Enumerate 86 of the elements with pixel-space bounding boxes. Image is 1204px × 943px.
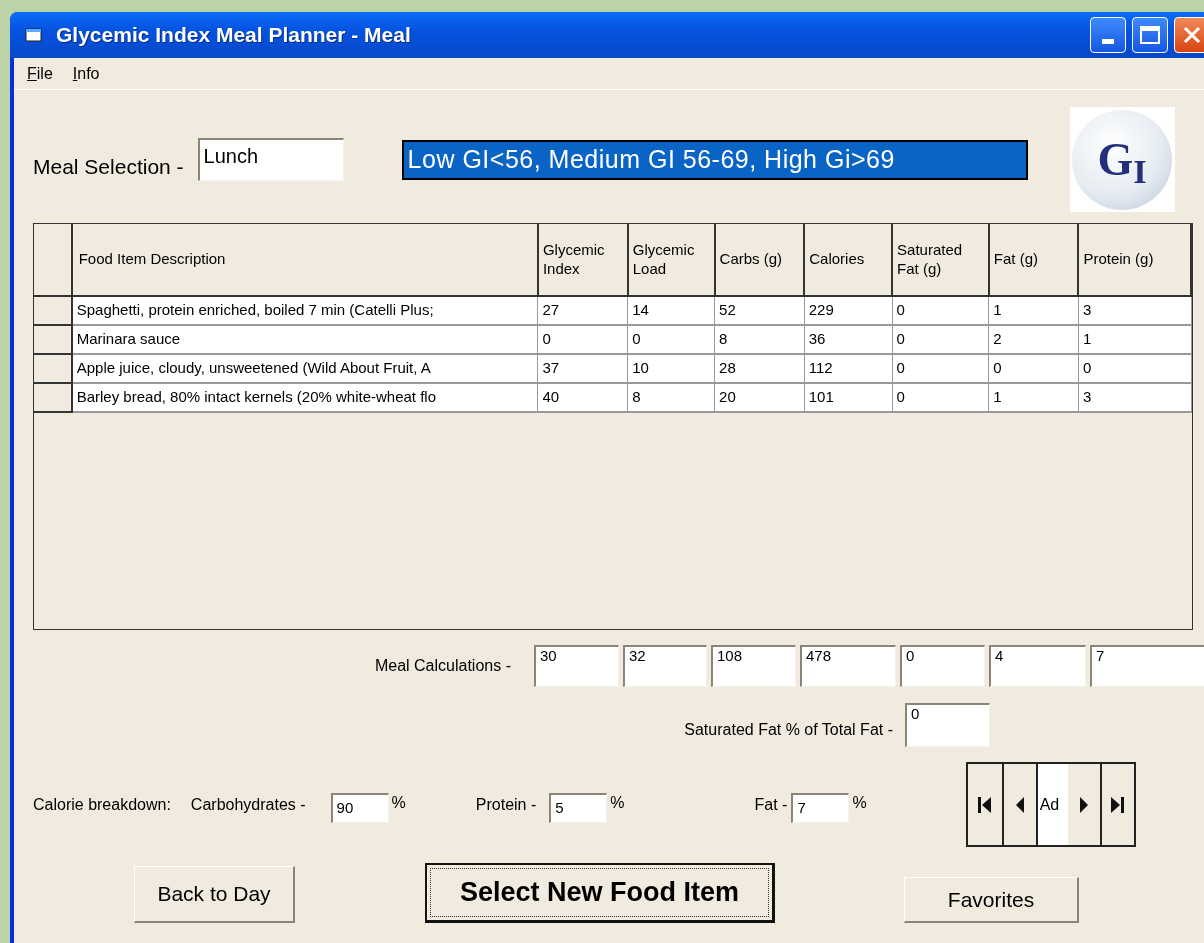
close-button[interactable]: [1174, 17, 1204, 53]
action-button[interactable]: Favorites: [904, 877, 1079, 923]
table-cell: 20: [714, 383, 805, 412]
table-cell: 229: [804, 296, 893, 325]
window-icon: [24, 26, 44, 44]
calculation-field[interactable]: 32: [623, 645, 707, 687]
calorie-breakdown-label: Calorie breakdown:: [33, 794, 171, 815]
table-cell: 112: [804, 354, 893, 383]
table-cell: Marinara sauce: [71, 325, 538, 354]
column-header[interactable]: Calories: [804, 224, 893, 296]
action-button[interactable]: Back to Day: [134, 866, 295, 923]
breakdown-label: Carbohydrates -: [190, 794, 306, 815]
logo-text: G$_{I}$: [1097, 136, 1147, 183]
table-cell: 37: [537, 354, 628, 383]
table-cell: 27: [537, 296, 628, 325]
row-selector[interactable]: [34, 383, 72, 412]
breakdown-field[interactable]: 5: [549, 792, 608, 823]
row-selector[interactable]: [34, 296, 72, 325]
calculation-field[interactable]: 0: [900, 645, 985, 687]
calculation-field[interactable]: 4: [989, 645, 1086, 687]
meal-selection-label: Meal Selection -: [33, 153, 184, 180]
meal-calculations-label: Meal Calculations -: [373, 656, 512, 676]
column-header[interactable]: Fat (g): [988, 224, 1079, 296]
table-cell: 0: [892, 383, 989, 412]
close-icon: [1182, 25, 1202, 45]
saturated-fat-label: Saturated Fat % of Total Fat -: [683, 720, 893, 740]
table-cell: 0: [892, 296, 989, 325]
minimize-button[interactable]: [1090, 17, 1126, 53]
table-cell: 28: [714, 354, 805, 383]
action-button[interactable]: Select New Food Item: [425, 863, 775, 923]
table-cell: 52: [714, 296, 805, 325]
calculation-field[interactable]: 7: [1090, 645, 1204, 687]
breakdown-field[interactable]: 7: [791, 792, 850, 823]
saturated-fat-field[interactable]: 0: [905, 703, 990, 747]
table-cell: 1: [1078, 325, 1191, 354]
table-cell: 3: [1078, 383, 1191, 412]
table-cell: 0: [537, 325, 628, 354]
row-selector[interactable]: [34, 325, 72, 354]
column-header[interactable]: Carbs (g): [714, 224, 805, 296]
column-header[interactable]: Saturated Fat (g): [892, 224, 989, 296]
minimize-icon: [1102, 39, 1114, 44]
last-icon: [1111, 796, 1125, 813]
breakdown-label: Fat -: [754, 794, 788, 815]
previous-icon: [1015, 796, 1024, 813]
navigator-caption: Ad: [1037, 764, 1068, 845]
window-title: Glycemic Index Meal Planner - Meal: [56, 22, 411, 49]
table-cell: 101: [804, 383, 893, 412]
column-header[interactable]: Glycemic Load: [627, 224, 715, 296]
next-icon: [1079, 796, 1088, 813]
calculation-field[interactable]: 478: [800, 645, 896, 687]
breakdown-field[interactable]: 90: [330, 792, 389, 823]
table-cell: 8: [627, 383, 715, 412]
column-header[interactable]: Glycemic Index: [537, 224, 628, 296]
table-cell: 10: [627, 354, 715, 383]
first-icon: [978, 796, 992, 813]
breakdown-label: Protein -: [475, 794, 537, 815]
table-cell: 36: [804, 325, 893, 354]
table-cell: 2: [988, 325, 1079, 354]
row-selector[interactable]: [34, 354, 72, 383]
table-cell: 1: [988, 383, 1079, 412]
table-cell: 40: [537, 383, 628, 412]
percent-sign: %: [610, 792, 625, 813]
table-cell: 0: [627, 325, 715, 354]
column-header[interactable]: Protein (g): [1078, 224, 1191, 296]
table-cell: 0: [1078, 354, 1191, 383]
calculation-field[interactable]: 108: [711, 645, 796, 687]
table-cell: 0: [892, 354, 989, 383]
percent-sign: %: [852, 792, 867, 813]
table-cell: 1: [988, 296, 1079, 325]
gi-legend: Low GI<56, Medium GI 56-69, High Gi>69: [401, 139, 1028, 180]
menu-item[interactable]: File: [27, 61, 53, 86]
table-cell: Apple juice, cloudy, unsweetened (Wild About Fruit, A: [71, 354, 538, 383]
table-cell: 8: [714, 325, 805, 354]
maximize-icon: [1140, 26, 1160, 44]
menu-item[interactable]: Info: [72, 61, 100, 86]
table-cell: Barley bread, 80% intact kernels (20% white-wheat flo: [71, 383, 538, 412]
calculation-field[interactable]: 30: [534, 645, 619, 687]
table-cell: 0: [892, 325, 989, 354]
maximize-button[interactable]: [1132, 17, 1168, 53]
column-header[interactable]: Food Item Description: [71, 224, 538, 296]
table-cell: Spaghetti, protein enriched, boiled 7 min (Catelli Plus;: [71, 296, 538, 325]
table-cell: 0: [988, 354, 1079, 383]
table-cell: 14: [627, 296, 715, 325]
meal-selection-field[interactable]: Lunch: [197, 138, 344, 181]
percent-sign: %: [391, 792, 406, 813]
table-cell: 3: [1078, 296, 1191, 325]
